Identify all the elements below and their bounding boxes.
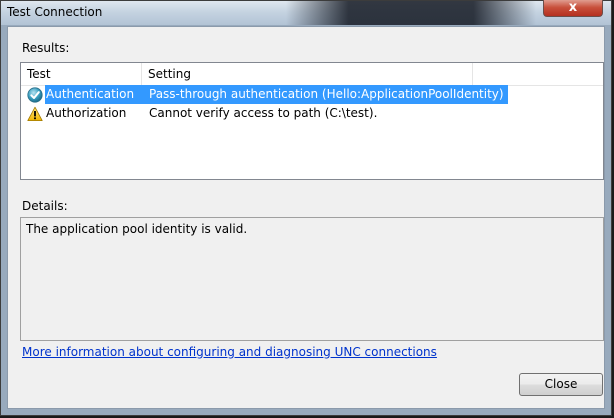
close-button[interactable]: Close <box>519 373 603 396</box>
setting-value: Cannot verify access to path (C:\test). <box>149 106 378 120</box>
title-bar-shadow <box>286 1 536 25</box>
title-bar: Test Connection x <box>1 0 611 25</box>
results-list-header: Test Setting <box>21 63 603 86</box>
success-check-icon <box>27 87 43 103</box>
test-name: Authorization <box>46 106 127 120</box>
column-header-setting[interactable]: Setting <box>142 63 473 85</box>
test-cell: Authorization <box>25 104 142 123</box>
results-label: Results: <box>22 41 70 55</box>
window-title: Test Connection <box>7 5 103 19</box>
test-connection-dialog: Test Connection x Results: Test Setting <box>0 0 612 416</box>
details-text: The application pool identity is valid. <box>26 222 248 236</box>
results-list[interactable]: Test Setting Authentication Pass-through… <box>20 62 604 180</box>
column-header-test[interactable]: Test <box>21 63 142 85</box>
test-cell: Authentication <box>25 85 155 104</box>
details-label: Details: <box>22 199 68 213</box>
details-textbox[interactable]: The application pool identity is valid. <box>20 217 604 341</box>
window-close-button[interactable]: x <box>543 0 603 17</box>
unc-help-link[interactable]: More information about configuring and d… <box>22 345 437 359</box>
warning-icon <box>27 106 43 121</box>
test-name: Authentication <box>45 85 155 104</box>
close-icon: x <box>568 0 578 15</box>
setting-value: Pass-through authentication (Hello:Appli… <box>144 85 508 104</box>
dialog-client-area: Results: Test Setting Authentication Pas… <box>7 26 605 409</box>
